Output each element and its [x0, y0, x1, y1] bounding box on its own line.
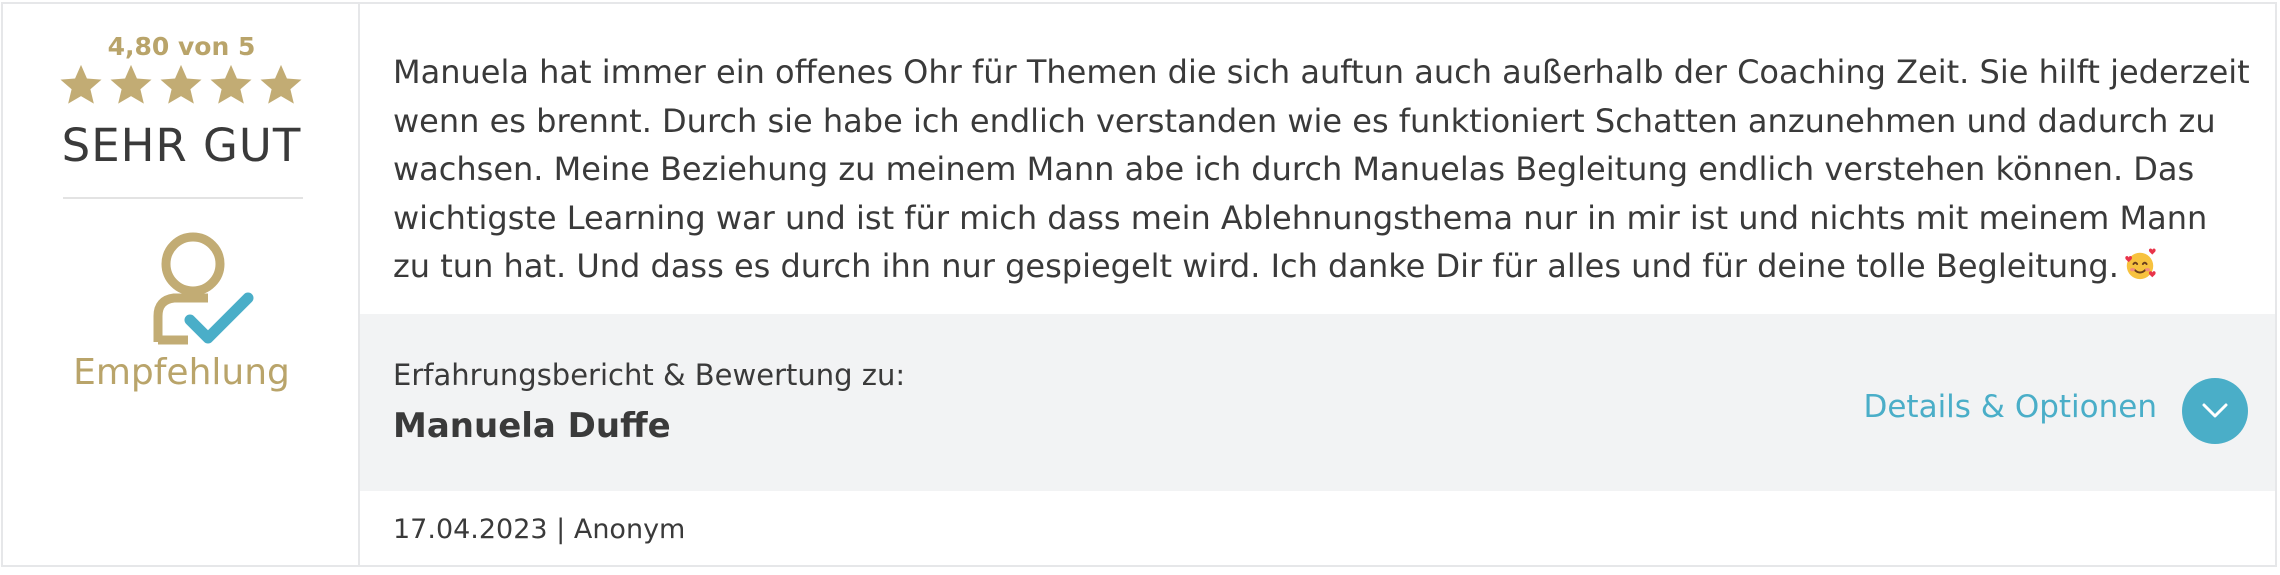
star-icon — [110, 64, 152, 104]
divider — [63, 197, 303, 199]
review-body: Manuela hat immer ein offenes Ohr für Th… — [393, 48, 2253, 291]
rating-verdict: SEHR GUT — [61, 119, 302, 172]
star-rating — [58, 62, 304, 112]
chevron-down-icon — [2202, 403, 2228, 418]
subject-name: Manuela Duffe — [393, 406, 671, 446]
review-meta: 17.04.2023 | Anonym — [393, 514, 686, 545]
review-text: Manuela hat immer ein offenes Ohr für Th… — [393, 53, 2250, 285]
subject-caption: Erfahrungsbericht & Bewertung zu: — [393, 358, 906, 392]
details-toggle-button[interactable] — [2182, 378, 2248, 444]
smiling-face-with-hearts-icon — [2125, 248, 2156, 280]
star-icon — [210, 64, 252, 104]
review-card: 4,80 von 5 SEHR GUT Empfehlung Manuela h… — [1, 2, 2277, 567]
details-options-link[interactable]: Details & Optionen — [1863, 389, 2157, 425]
rating-score: 4,80 von 5 — [107, 32, 256, 61]
user-check-icon — [153, 232, 254, 345]
star-icon — [160, 64, 202, 104]
star-icon — [60, 64, 102, 104]
rating-panel: 4,80 von 5 SEHR GUT Empfehlung — [3, 4, 360, 565]
review-subject-band: Erfahrungsbericht & Bewertung zu: Manuel… — [360, 314, 2275, 491]
recommendation-label: Empfehlung — [73, 352, 290, 393]
star-icon — [260, 64, 302, 104]
